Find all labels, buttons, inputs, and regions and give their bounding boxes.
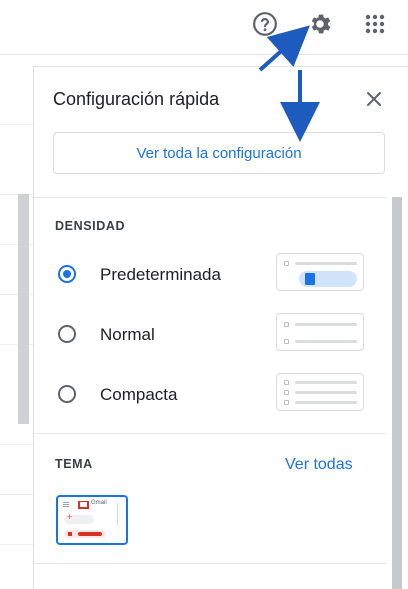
density-section-label: DENSIDAD xyxy=(55,219,126,233)
thumb-side-icons xyxy=(117,503,122,525)
list-divider xyxy=(0,494,33,495)
gmail-logo-icon xyxy=(78,501,89,509)
density-compact-preview xyxy=(276,373,364,411)
density-default-preview xyxy=(276,253,364,291)
thumb-compose-button: + xyxy=(64,512,94,524)
thumb-line xyxy=(295,401,357,404)
divider xyxy=(34,563,386,564)
help-icon[interactable] xyxy=(250,9,280,39)
thumb-line xyxy=(295,340,357,343)
mail-list-scrollbar[interactable] xyxy=(18,194,29,424)
list-divider xyxy=(0,544,33,545)
radio-button[interactable] xyxy=(58,325,76,343)
divider xyxy=(34,433,386,434)
thumb-checkbox xyxy=(284,390,289,395)
close-icon[interactable] xyxy=(362,87,386,111)
doc-icon xyxy=(305,273,315,285)
radio-button[interactable] xyxy=(58,385,76,403)
thumb-attachment-chip xyxy=(299,271,357,287)
thumb-checkbox xyxy=(284,339,289,344)
thumb-line xyxy=(295,323,357,326)
thumb-checkbox xyxy=(284,322,289,327)
list-divider xyxy=(0,444,33,445)
thumb-line xyxy=(295,262,357,265)
panel-scrollbar[interactable] xyxy=(392,197,402,589)
thumb-inbox-item xyxy=(64,530,106,538)
thumb-checkbox xyxy=(284,400,289,405)
thumb-line xyxy=(295,391,357,394)
quick-settings-panel: Configuración rápida Ver toda la configu… xyxy=(33,66,408,589)
thumb-line xyxy=(295,381,357,384)
divider xyxy=(34,197,386,198)
theme-section-label: TEMA xyxy=(55,457,93,471)
density-option-label: Compacta xyxy=(100,385,178,404)
radio-button[interactable] xyxy=(58,265,76,283)
see-all-themes-link[interactable]: Ver todas xyxy=(285,456,353,474)
list-divider xyxy=(0,124,33,125)
thumb-checkbox xyxy=(284,261,289,266)
theme-thumbnail-default[interactable]: Gmail + xyxy=(56,495,128,545)
gear-icon[interactable] xyxy=(305,9,335,39)
panel-title: Configuración rápida xyxy=(53,89,220,109)
thumb-checkbox xyxy=(284,380,289,385)
density-normal-preview xyxy=(276,313,364,351)
thumb-menu-icon xyxy=(63,502,69,503)
thumb-brand-text: Gmail xyxy=(91,500,107,506)
mail-list-background xyxy=(0,66,33,588)
density-option-label: Predeterminada xyxy=(100,265,221,284)
top-bar xyxy=(0,0,408,55)
apps-grid-icon[interactable] xyxy=(360,9,390,39)
density-option-label: Normal xyxy=(100,325,155,344)
see-all-settings-button[interactable]: Ver toda la configuración xyxy=(53,132,385,174)
